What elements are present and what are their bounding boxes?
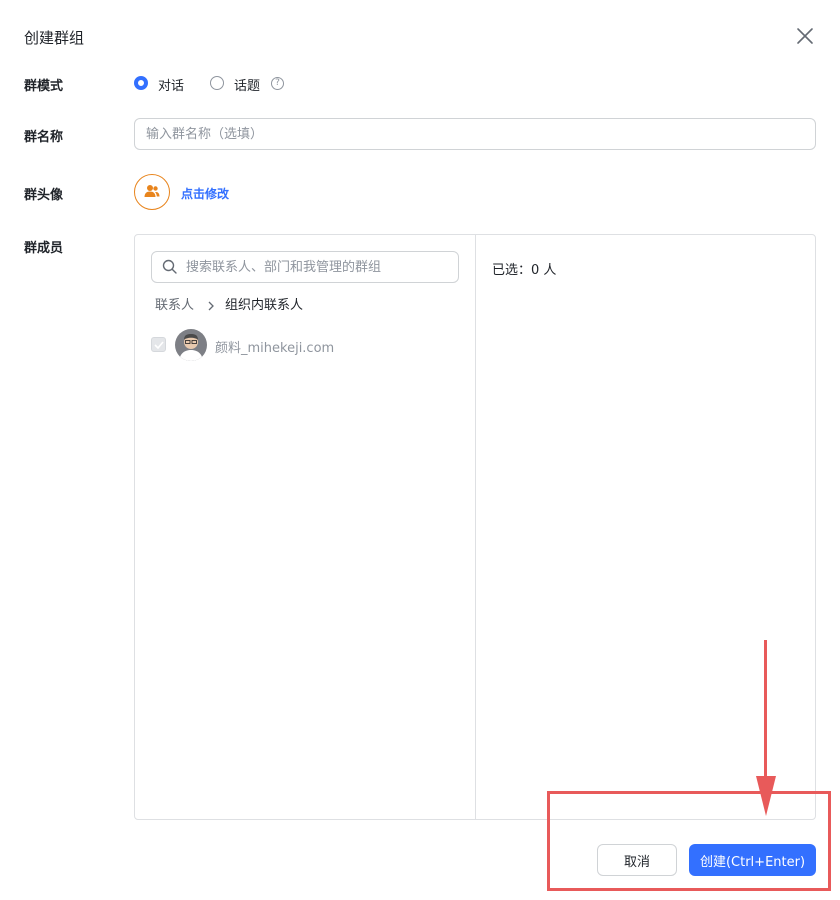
group-name-label: 群名称 xyxy=(24,130,64,145)
search-icon xyxy=(162,259,178,279)
edit-avatar-link[interactable]: 点击修改 xyxy=(181,185,229,202)
selected-count: 已选：0 人 xyxy=(492,263,557,278)
radio-topic-label[interactable]: 话题 xyxy=(234,75,260,94)
contact-name[interactable]: 颜料_mihekeji.com xyxy=(215,337,334,356)
member-picker-divider xyxy=(475,235,476,819)
chevron-right-icon xyxy=(206,297,216,316)
radio-dialog-label[interactable]: 对话 xyxy=(158,75,184,94)
breadcrumb-org-contacts: 组织内联系人 xyxy=(225,298,304,313)
group-name-input[interactable] xyxy=(134,118,816,150)
member-search-input[interactable] xyxy=(186,257,446,277)
group-avatar[interactable] xyxy=(134,174,170,210)
breadcrumb-contacts[interactable]: 联系人 xyxy=(155,294,194,313)
cancel-button[interactable]: 取消 xyxy=(597,844,677,876)
dialog-title: 创建群组 xyxy=(24,29,85,47)
contact-checkbox[interactable] xyxy=(151,337,166,352)
people-icon xyxy=(144,183,160,202)
close-icon[interactable] xyxy=(794,25,816,47)
create-button[interactable]: 创建(Ctrl+Enter) xyxy=(689,844,816,876)
mode-label: 群模式 xyxy=(24,79,64,94)
members-label: 群成员 xyxy=(24,241,64,256)
contact-avatar xyxy=(175,329,207,361)
avatar-label: 群头像 xyxy=(24,188,64,203)
radio-topic[interactable] xyxy=(210,76,224,90)
question-circle-icon[interactable]: ? xyxy=(271,77,284,90)
radio-dialog[interactable] xyxy=(134,76,148,90)
